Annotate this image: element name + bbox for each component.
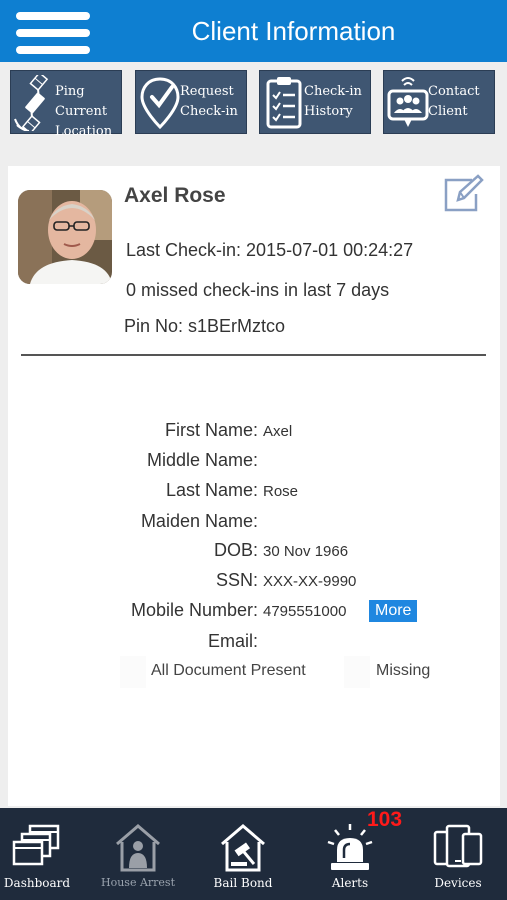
first-name-row: First Name: Axel: [8, 420, 500, 444]
last-name-row: Last Name: Rose: [8, 480, 500, 504]
tab-alerts-label: Alerts: [331, 876, 369, 890]
bail-bond-icon: [221, 824, 265, 872]
more-button[interactable]: More: [369, 600, 418, 622]
tab-devices-label: Devices: [434, 876, 482, 890]
mobile-number-label: Mobile Number:: [130, 600, 258, 620]
mobile-number-row: Mobile Number: 4795551000 More: [8, 600, 500, 624]
documents-present-label: All Document Present: [151, 662, 306, 679]
client-card: Axel Rose Last Check-in: 2015-07-01 00:2…: [8, 166, 500, 806]
location-check-icon: [140, 77, 180, 130]
maiden-name-label: Maiden Name:: [140, 511, 258, 531]
documents-present-option[interactable]: All Document Present: [120, 656, 340, 688]
middle-name-row: Middle Name:: [8, 450, 500, 474]
action-bar: Ping Current Location Request Check-in C…: [0, 62, 507, 148]
last-name-value: Rose: [263, 483, 299, 500]
checkin-history-label: Check-in History: [304, 84, 362, 119]
avatar: [18, 190, 112, 284]
dob-row: DOB: 30 Nov 1966: [8, 540, 500, 564]
first-name-label: First Name:: [164, 420, 258, 440]
request-checkin-button[interactable]: Request Check-in: [135, 70, 247, 134]
tab-bail-bond-label: Bail Bond: [213, 876, 273, 890]
tab-dashboard-label: Dashboard: [3, 876, 71, 890]
dashboard-icon: [12, 824, 60, 866]
dob-label: DOB:: [213, 540, 258, 560]
dob-value: 30 Nov 1966: [263, 543, 349, 560]
ssn-value: XXX-XX-9990: [263, 573, 357, 590]
request-checkin-label: Request Check-in: [180, 84, 238, 119]
mobile-number-value: 4795551000: [263, 603, 347, 620]
tab-house-arrest-label: House Arrest: [101, 876, 175, 889]
client-name: Axel Rose: [124, 184, 226, 207]
menu-icon[interactable]: [16, 10, 90, 56]
divider: [21, 354, 486, 356]
tab-dashboard[interactable]: Dashboard: [0, 808, 74, 900]
email-label: Email:: [207, 631, 258, 651]
contact-group-icon: [387, 77, 429, 127]
tab-bail-bond[interactable]: Bail Bond: [206, 808, 280, 900]
clipboard-list-icon: [266, 77, 302, 129]
page-title: Client Information: [191, 16, 396, 46]
first-name-value: Axel: [263, 423, 293, 440]
email-row: Email:: [8, 631, 500, 655]
contact-client-label: Contact Client: [428, 84, 480, 119]
house-arrest-icon: [116, 824, 160, 872]
pin-number: Pin No: s1BErMztco: [124, 316, 286, 336]
documents-present-checkbox[interactable]: [120, 656, 146, 688]
tab-house-arrest[interactable]: House Arrest: [100, 808, 176, 900]
middle-name-label: Middle Name:: [146, 450, 258, 470]
maiden-name-row: Maiden Name:: [8, 511, 500, 535]
last-checkin: Last Check-in: 2015-07-01 00:24:27: [126, 240, 414, 260]
ssn-label: SSN:: [215, 570, 258, 590]
bottom-tab-bar: Dashboard House Arrest Bail Bond Alerts …: [0, 808, 507, 900]
ping-location-label: Ping Current Location: [55, 84, 113, 139]
last-name-label: Last Name:: [165, 480, 258, 500]
missed-checkins: 0 missed check-ins in last 7 days: [126, 280, 390, 300]
ssn-row: SSN: XXX-XX-9990: [8, 570, 500, 594]
contact-client-button[interactable]: Contact Client: [383, 70, 495, 134]
devices-icon: [433, 824, 483, 868]
checkin-history-button[interactable]: Check-in History: [259, 70, 371, 134]
documents-missing-checkbox[interactable]: [344, 656, 370, 688]
ping-location-button[interactable]: Ping Current Location: [10, 70, 122, 139]
app-header: Client Information: [0, 0, 507, 62]
alerts-count-badge: 103: [367, 808, 403, 831]
tab-devices[interactable]: Devices: [421, 808, 495, 900]
edit-icon[interactable]: [442, 174, 484, 214]
documents-missing-option[interactable]: Missing: [344, 656, 454, 688]
satellite-icon: [14, 75, 49, 131]
documents-missing-label: Missing: [376, 662, 431, 679]
